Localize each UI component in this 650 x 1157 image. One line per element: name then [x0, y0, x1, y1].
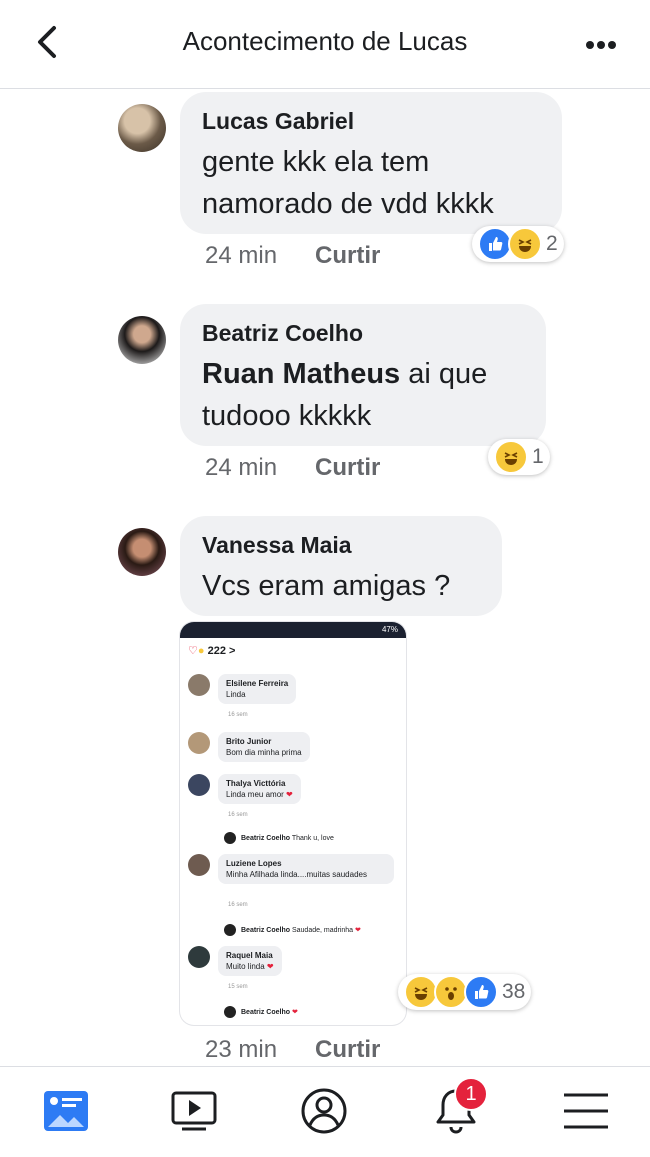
attachment-text: Minha Afilhada linda....muitas saudades [226, 870, 367, 879]
avatar [188, 946, 210, 968]
attachment-time: 16 sem [228, 812, 248, 818]
comment-author[interactable]: Beatriz Coelho [202, 320, 524, 347]
haha-reaction-icon [508, 227, 542, 261]
attachment-comment-bubble: Elsilene Ferreira Linda [218, 674, 297, 704]
bottom-navigation: 1 [0, 1066, 650, 1157]
attachment-author: Raquel Maia [226, 951, 273, 960]
attachment-author: Elsilene Ferreira [226, 679, 289, 688]
comment-text: Vcs eram amigas ? [202, 570, 451, 602]
avatar [188, 854, 210, 876]
comment-attachment-image[interactable]: 47% ♡● 222 > Elsilene Ferreira Linda 16 s… [180, 622, 406, 1025]
comment-author[interactable]: Vanessa Maia [202, 532, 480, 559]
attachment-comment-bubble: Thalya Victtória Linda meu amor ❤ [218, 774, 301, 804]
attachment-text: Linda meu amor [226, 790, 284, 799]
comment-meta: 23 min Curtir [205, 1036, 380, 1064]
attachment-reply-author: Beatriz Coelho [241, 834, 291, 842]
attachment-comment-bubble: Brito Junior Bom dia minha prima [218, 732, 310, 762]
love-reaction-icon: ♡ [188, 645, 198, 657]
avatar [188, 732, 210, 754]
attachment-comment: Thalya Victtória Linda meu amor ❤ 16 sem [188, 774, 398, 824]
like-button[interactable]: Curtir [315, 1036, 380, 1063]
page-title: Acontecimento de Lucas [182, 26, 468, 56]
comment-time[interactable]: 24 min [205, 454, 277, 481]
comment-bubble[interactable]: Vanessa Maia Vcs eram amigas ? [180, 516, 502, 616]
attachment-reply: Beatriz Coelho ❤ [224, 1006, 298, 1018]
avatar[interactable] [118, 316, 166, 364]
comment-bubble[interactable]: Beatriz Coelho Ruan Matheus ai que tudoo… [180, 304, 546, 446]
attachment-comment: Luziene Lopes Minha Afilhada linda....mui… [188, 854, 404, 912]
attachment-time: 15 sem [228, 984, 248, 990]
attachment-text: Bom dia minha prima [226, 748, 302, 757]
avatar [224, 1006, 236, 1018]
battery-level: 47% [381, 625, 398, 634]
attachment-reply-text: Thank u, love [291, 834, 334, 842]
avatar [188, 774, 210, 796]
attachment-time: 16 sem [228, 902, 248, 908]
heart-icon: ❤ [291, 1008, 298, 1016]
attachment-comment: Elsilene Ferreira Linda 16 sem [188, 674, 398, 724]
attachment-comment: Raquel Maia Muito linda ❤ 15 sem [188, 946, 398, 996]
video-icon[interactable] [168, 1085, 220, 1137]
heart-icon: ❤ [266, 962, 274, 971]
attachment-reply-author: Beatriz Coelho [241, 1008, 291, 1016]
avatar [224, 832, 236, 844]
reaction-summary[interactable]: 2 [472, 226, 564, 262]
attachment-author: Luziene Lopes [226, 859, 282, 868]
attachment-reply-author: Beatriz Coelho [241, 926, 291, 934]
comment-time[interactable]: 24 min [205, 242, 277, 269]
reaction-summary[interactable]: 1 [488, 439, 550, 475]
attachment-reply: Beatriz Coelho Thank u, love [224, 832, 334, 844]
attachment-comment-bubble: Luziene Lopes Minha Afilhada linda....mui… [218, 854, 394, 884]
wow-reaction-icon: ● [197, 645, 205, 657]
attachment-author: Thalya Victtória [226, 779, 286, 788]
comment-meta: 24 min Curtir [205, 454, 380, 482]
attachment-reply-text: Saudade, madrinha [291, 926, 354, 934]
like-button[interactable]: Curtir [315, 242, 380, 269]
attachment-author: Brito Junior [226, 737, 272, 746]
notification-badge: 1 [454, 1077, 488, 1111]
attachment-text: Linda [226, 690, 246, 699]
menu-icon[interactable] [560, 1085, 612, 1137]
haha-reaction-icon [494, 440, 528, 474]
attachment-text: Muito linda [226, 962, 265, 971]
avatar [224, 924, 236, 936]
like-reaction-icon [464, 975, 498, 1009]
profile-icon[interactable] [298, 1085, 350, 1137]
attachment-reactions-header: ♡● 222 > [188, 645, 236, 657]
like-reaction-icon [478, 227, 512, 261]
reaction-count: 2 [546, 232, 558, 255]
wow-reaction-icon [434, 975, 468, 1009]
comment-time[interactable]: 23 min [205, 1036, 277, 1063]
comment-meta: 24 min Curtir [205, 242, 380, 270]
comment-mention[interactable]: Ruan Matheus [202, 358, 400, 390]
notifications-tab[interactable]: 1 [430, 1077, 488, 1137]
heart-icon: ❤ [286, 790, 293, 799]
attachment-comment: Brito Junior Bom dia minha prima [188, 732, 398, 772]
haha-reaction-icon [404, 975, 438, 1009]
avatar[interactable] [118, 104, 166, 152]
avatar[interactable] [118, 528, 166, 576]
news-feed-icon[interactable] [40, 1085, 92, 1137]
reaction-summary[interactable]: 38 [398, 974, 532, 1010]
status-bar: 47% [180, 622, 406, 638]
attachment-reply: Beatriz Coelho Saudade, madrinha ❤ [224, 924, 361, 936]
comment-bubble[interactable]: Lucas Gabriel gente kkk ela tem namorado… [180, 92, 562, 234]
comment-text: gente kkk ela tem namorado de vdd kkkk [202, 146, 494, 220]
attachment-time: 16 sem [228, 712, 248, 718]
top-bar: Acontecimento de Lucas [0, 0, 650, 89]
attachment-comment-bubble: Raquel Maia Muito linda ❤ [218, 946, 282, 976]
reaction-count: 1 [532, 445, 544, 468]
like-button[interactable]: Curtir [315, 454, 380, 481]
more-options-icon[interactable] [586, 36, 620, 49]
attachment-reaction-total: 222 [207, 645, 226, 657]
comment-author[interactable]: Lucas Gabriel [202, 108, 540, 135]
heart-icon: ❤ [355, 926, 361, 934]
avatar [188, 674, 210, 696]
comment-text-line: Ruan Matheus ai que tudooo kkkkk [202, 353, 524, 437]
reaction-count: 38 [502, 980, 526, 1003]
